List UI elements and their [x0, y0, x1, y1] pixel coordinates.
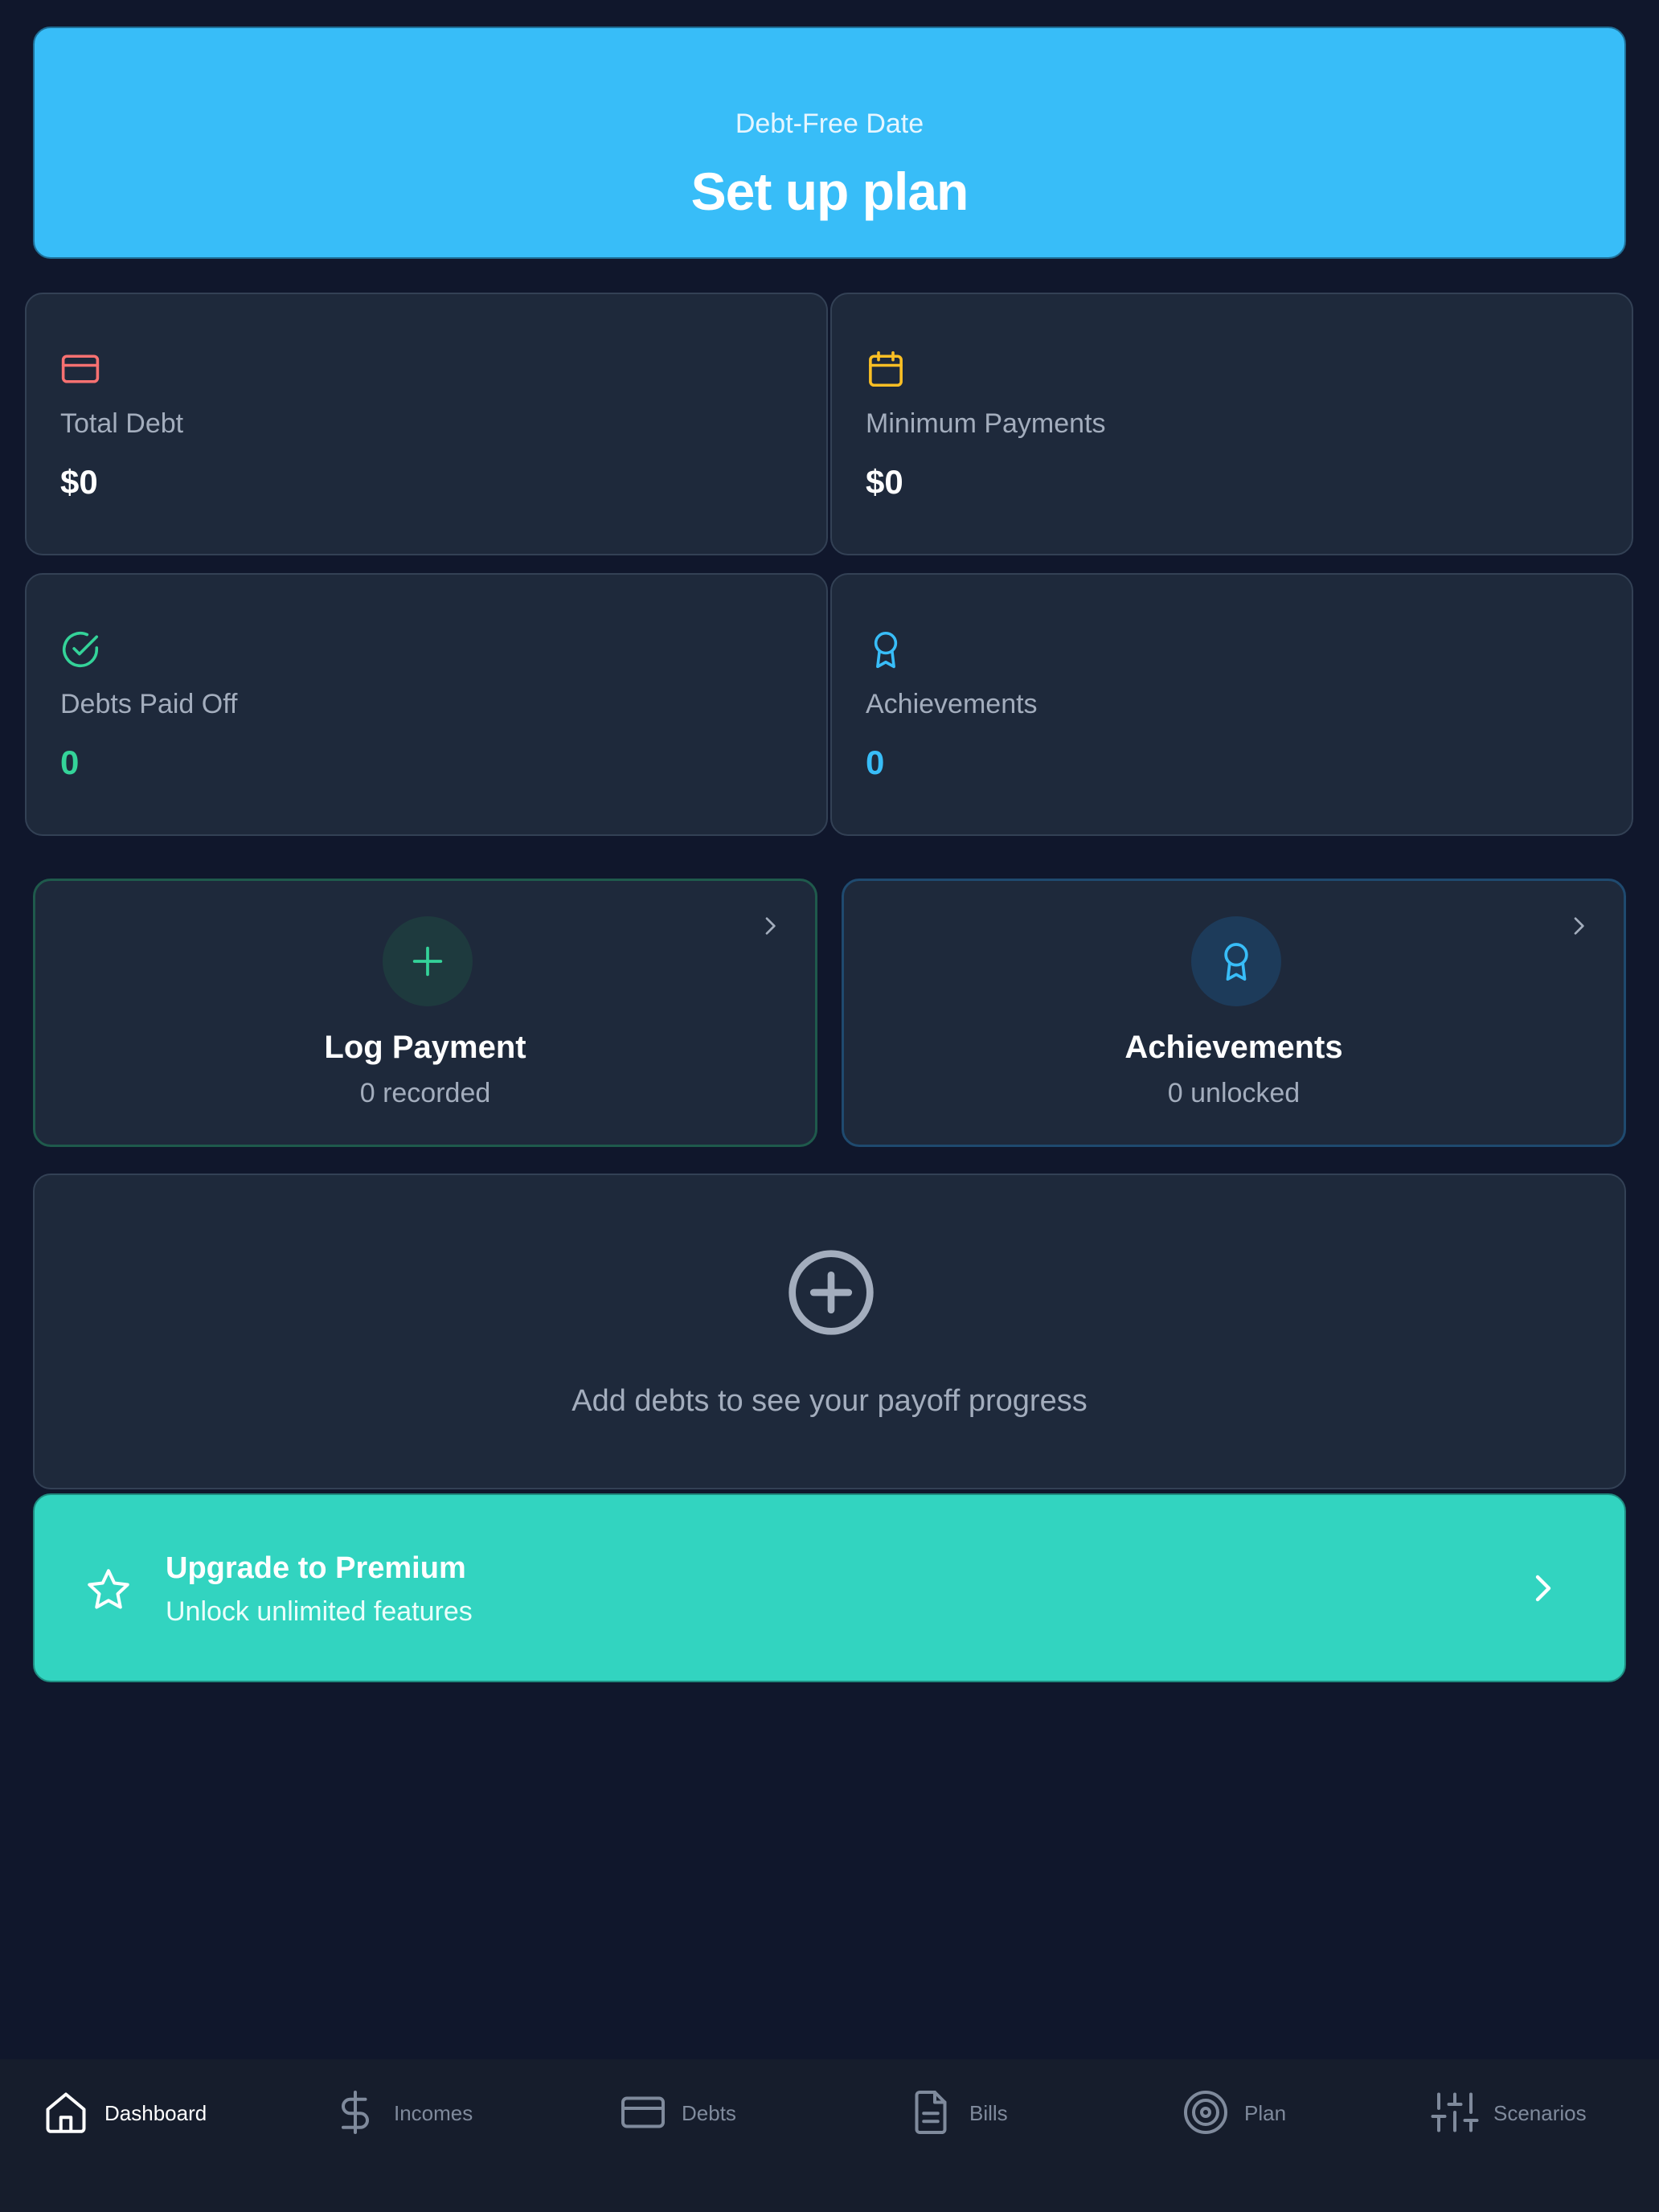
log-payment-card[interactable]: Log Payment 0 recorded	[33, 879, 817, 1147]
stat-value: 0	[60, 743, 80, 781]
credit-card-icon	[621, 2096, 665, 2128]
nav-label: Dashboard	[104, 2101, 207, 2125]
plus-icon	[412, 946, 443, 977]
calendar-icon	[869, 350, 903, 387]
log-payment-title: Log Payment	[324, 1030, 526, 1065]
stat-card-achievements: Achievements 0	[830, 573, 1633, 836]
empty-state-message: Add debts to see your payoff progress	[571, 1384, 1088, 1418]
nav-label: Bills	[969, 2101, 1008, 2125]
nav-label: Debts	[682, 2101, 736, 2125]
bottom-nav: Dashboard Incomes Debts Bills Plan Scena…	[0, 2059, 1659, 2212]
stat-card-total-debt: Total Debt $0	[25, 293, 828, 555]
credit-card-icon	[61, 354, 100, 383]
nav-label: Scenarios	[1493, 2101, 1587, 2125]
chevron-right-icon	[765, 917, 776, 935]
debt-free-date-value: Set up plan	[690, 162, 969, 221]
stat-label: Minimum Payments	[866, 408, 1106, 439]
star-icon	[88, 1569, 129, 1609]
achievements-icon-circle	[1191, 916, 1281, 1006]
sliders-icon	[1431, 2092, 1479, 2132]
dollar-icon	[342, 2091, 369, 2134]
premium-subtitle: Unlock unlimited features	[166, 1596, 473, 1627]
nav-label: Plan	[1244, 2101, 1287, 2125]
check-circle-icon	[62, 631, 99, 667]
stat-card-debts-paid-off: Debts Paid Off 0	[25, 573, 828, 836]
achievements-title: Achievements	[1124, 1030, 1343, 1065]
chevron-right-icon	[1574, 917, 1584, 935]
stat-value: $0	[60, 463, 98, 501]
nav-label: Incomes	[394, 2101, 473, 2125]
achievements-subtitle: 0 unlocked	[1167, 1078, 1301, 1108]
home-icon	[46, 2092, 86, 2133]
app-root: Debt-Free Date Set up plan Total Debt $0…	[0, 0, 1659, 2212]
file-text-icon	[915, 2091, 947, 2134]
upgrade-premium-banner[interactable]: Upgrade to Premium Unlock unlimited feat…	[33, 1493, 1626, 1682]
plus-circle-icon[interactable]	[784, 1246, 878, 1339]
debt-free-date-banner[interactable]: Debt-Free Date Set up plan	[33, 27, 1626, 259]
chevron-right-icon	[1535, 1575, 1551, 1602]
target-icon	[1184, 2091, 1227, 2134]
premium-title: Upgrade to Premium	[166, 1551, 466, 1585]
empty-state-card[interactable]: Add debts to see your payoff progress	[33, 1174, 1626, 1489]
stat-label: Total Debt	[60, 408, 184, 439]
stat-card-minimum-payments: Minimum Payments $0	[830, 293, 1633, 555]
stat-label: Achievements	[866, 689, 1038, 719]
stat-label: Debts Paid Off	[60, 689, 238, 719]
stat-value: 0	[866, 743, 885, 781]
log-payment-subtitle: 0 recorded	[359, 1078, 491, 1108]
log-payment-icon-circle	[383, 916, 473, 1006]
award-icon	[874, 631, 898, 669]
award-icon	[1224, 943, 1248, 981]
stat-value: $0	[866, 463, 903, 501]
achievements-card[interactable]: Achievements 0 unlocked	[842, 879, 1626, 1147]
debt-free-date-label: Debt-Free Date	[735, 109, 924, 139]
